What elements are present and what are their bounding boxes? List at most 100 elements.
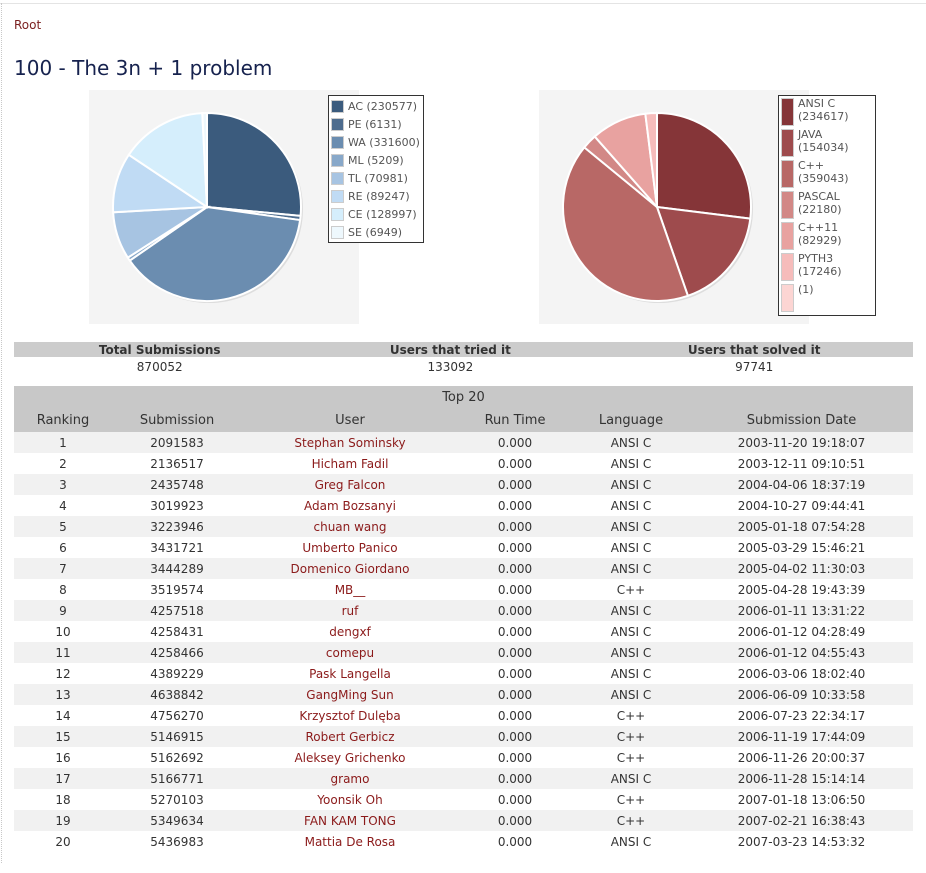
ranking-cell: 19 xyxy=(14,810,112,831)
user-link[interactable]: Robert Gerbicz xyxy=(242,726,458,747)
verdict-legend-swatch xyxy=(331,135,344,149)
language-legend-item: ANSI C (234617) xyxy=(781,97,873,128)
user-link[interactable]: Adam Bozsanyi xyxy=(242,495,458,516)
language-cell: ANSI C xyxy=(572,432,690,453)
language-legend-item: JAVA (154034) xyxy=(781,128,873,159)
run-time-cell: 0.000 xyxy=(458,453,572,474)
user-link[interactable]: Domenico Giordano xyxy=(242,558,458,579)
submission-date-cell: 2006-11-28 15:14:14 xyxy=(690,768,913,789)
run-time-cell: 0.000 xyxy=(458,831,572,852)
user-link[interactable]: chuan wang xyxy=(242,516,458,537)
language-legend: ANSI C (234617) JAVA (154034) C++ (359043)… xyxy=(778,95,876,316)
language-cell: ANSI C xyxy=(572,495,690,516)
table-row: 8 3519574 MB__ 0.000 C++ 2005-04-28 19:43:39 xyxy=(14,579,913,600)
user-link[interactable]: GangMing Sun xyxy=(242,684,458,705)
user-link[interactable]: Aleksey Grichenko xyxy=(242,747,458,768)
ranking-cell: 12 xyxy=(14,663,112,684)
user-link[interactable]: Greg Falcon xyxy=(242,474,458,495)
language-cell: ANSI C xyxy=(572,558,690,579)
submission-cell: 5349634 xyxy=(112,810,242,831)
submission-date-cell: 2004-04-06 18:37:19 xyxy=(690,474,913,495)
verdict-pie-chart: AC (230577) PE (6131) WA (331600) ML (5209)… xyxy=(89,90,424,324)
user-link[interactable]: gramo xyxy=(242,768,458,789)
table-row: 7 3444289 Domenico Giordano 0.000 ANSI C 2005… xyxy=(14,558,913,579)
top-caption-row: Top 20 xyxy=(14,386,913,409)
user-link[interactable]: dengxf xyxy=(242,621,458,642)
language-legend-item: PYTH3 (17246) xyxy=(781,252,873,283)
user-link[interactable]: MB__ xyxy=(242,579,458,600)
run-time-cell: 0.000 xyxy=(458,558,572,579)
run-time-cell: 0.000 xyxy=(458,726,572,747)
table-row: 16 5162692 Aleksey Grichenko 0.000 C++ 2006-1… xyxy=(14,747,913,768)
submission-date-cell: 2007-01-18 13:06:50 xyxy=(690,789,913,810)
language-pie-chart: ANSI C (234617) JAVA (154034) C++ (359043)… xyxy=(539,90,876,324)
submission-cell: 4258466 xyxy=(112,642,242,663)
submission-cell: 5436983 xyxy=(112,831,242,852)
total-submissions-header: Total Submissions xyxy=(14,342,306,357)
run-time-cell: 0.000 xyxy=(458,621,572,642)
top-table-caption: Top 20 xyxy=(14,386,913,409)
submission-cell: 3223946 xyxy=(112,516,242,537)
users-tried-value: 133092 xyxy=(427,359,474,374)
verdict-legend-item: ML (5209) xyxy=(331,151,421,169)
language-pie-slice xyxy=(656,111,752,220)
table-row: 9 4257518 ruf 0.000 ANSI C 2006-01-11 13:31:2… xyxy=(14,600,913,621)
ranking-cell: 17 xyxy=(14,768,112,789)
table-row: 4 3019923 Adam Bozsanyi 0.000 ANSI C 2004-10-… xyxy=(14,495,913,516)
breadcrumb-root-link[interactable]: Root xyxy=(14,18,41,32)
submission-cell: 4389229 xyxy=(112,663,242,684)
submission-date-cell: 2006-03-06 18:02:40 xyxy=(690,663,913,684)
user-link[interactable]: ruf xyxy=(242,600,458,621)
table-row: 11 4258466 comepu 0.000 ANSI C 2006-01-12 04:… xyxy=(14,642,913,663)
language-legend-swatch xyxy=(781,253,794,281)
user-link[interactable]: Hicham Fadil xyxy=(242,453,458,474)
run-time-cell: 0.000 xyxy=(458,789,572,810)
user-link[interactable]: Mattia De Rosa xyxy=(242,831,458,852)
user-link[interactable]: Umberto Panico xyxy=(242,537,458,558)
submission-date-cell: 2005-04-28 19:43:39 xyxy=(690,579,913,600)
user-link[interactable]: Krzysztof Dulęba xyxy=(242,705,458,726)
verdict-legend-label: WA (331600) xyxy=(348,135,420,149)
table-row: 18 5270103 Yoonsik Oh 0.000 C++ 2007-01-18 13… xyxy=(14,789,913,810)
submission-cell: 5270103 xyxy=(112,789,242,810)
ranking-cell: 4 xyxy=(14,495,112,516)
submission-date-cell: 2005-01-18 07:54:28 xyxy=(690,516,913,537)
verdict-legend-swatch xyxy=(331,171,344,185)
submission-date-cell: 2006-07-23 22:34:17 xyxy=(690,705,913,726)
verdict-legend-item: WA (331600) xyxy=(331,133,421,151)
run-time-cell: 0.000 xyxy=(458,810,572,831)
ranking-cell: 3 xyxy=(14,474,112,495)
table-row: 10 4258431 dengxf 0.000 ANSI C 2006-01-12 04:… xyxy=(14,621,913,642)
user-link[interactable]: Pask Langella xyxy=(242,663,458,684)
ranking-cell: 20 xyxy=(14,831,112,852)
submission-date-cell: 2006-11-19 17:44:09 xyxy=(690,726,913,747)
language-legend-label: PASCAL (22180) xyxy=(798,190,842,216)
table-row: 13 4638842 GangMing Sun 0.000 ANSI C 2006-06-… xyxy=(14,684,913,705)
language-legend-label: PYTH3 (17246) xyxy=(798,252,842,278)
submission-date-cell: 2007-03-23 14:53:32 xyxy=(690,831,913,852)
verdict-legend-label: PE (6131) xyxy=(348,117,402,131)
users-solved-header: Users that solved it xyxy=(595,342,913,357)
language-legend-item: (1) xyxy=(781,283,873,314)
verdict-legend-swatch xyxy=(331,189,344,203)
col-submission: Submission xyxy=(112,409,242,432)
user-link[interactable]: Stephan Sominsky xyxy=(242,432,458,453)
run-time-cell: 0.000 xyxy=(458,768,572,789)
ranking-cell: 1 xyxy=(14,432,112,453)
language-cell: ANSI C xyxy=(572,453,690,474)
submission-cell: 2435748 xyxy=(112,474,242,495)
col-language: Language xyxy=(572,409,690,432)
language-cell: ANSI C xyxy=(572,768,690,789)
submission-date-cell: 2006-11-26 20:00:37 xyxy=(690,747,913,768)
verdict-legend-label: SE (6949) xyxy=(348,225,403,239)
submission-cell: 2091583 xyxy=(112,432,242,453)
user-link[interactable]: comepu xyxy=(242,642,458,663)
verdict-legend-item: RE (89247) xyxy=(331,187,421,205)
language-legend-swatch xyxy=(781,160,794,188)
language-cell: C++ xyxy=(572,747,690,768)
user-link[interactable]: FAN KAM TONG xyxy=(242,810,458,831)
submission-date-cell: 2004-10-27 09:44:41 xyxy=(690,495,913,516)
user-link[interactable]: Yoonsik Oh xyxy=(242,789,458,810)
run-time-cell: 0.000 xyxy=(458,663,572,684)
run-time-cell: 0.000 xyxy=(458,705,572,726)
